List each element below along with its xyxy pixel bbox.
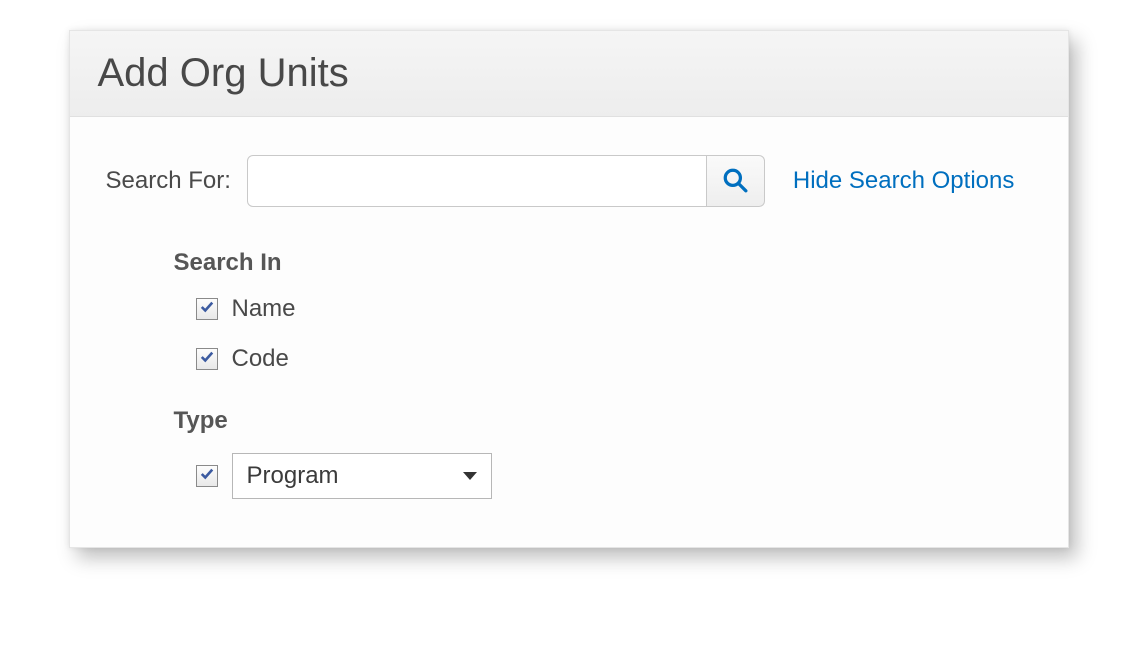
search-for-label: Search For: bbox=[106, 167, 231, 195]
type-select-value: Program bbox=[247, 462, 339, 490]
type-group: Type Program bbox=[174, 407, 1032, 499]
search-in-group-label: Search In bbox=[174, 249, 1032, 277]
search-icon bbox=[722, 167, 748, 196]
search-in-name-label: Name bbox=[232, 295, 296, 323]
search-options: Search In Name Code Type bbox=[174, 249, 1032, 499]
search-in-code-checkbox[interactable] bbox=[196, 348, 218, 370]
panel-body: Search For: Hide Search Options Search I… bbox=[70, 117, 1068, 547]
checkmark-icon bbox=[200, 300, 214, 319]
type-select[interactable]: Program bbox=[232, 453, 492, 499]
type-row: Program bbox=[196, 453, 1032, 499]
search-in-name-checkbox[interactable] bbox=[196, 298, 218, 320]
type-group-label: Type bbox=[174, 407, 1032, 435]
hide-search-options-link[interactable]: Hide Search Options bbox=[793, 167, 1014, 195]
panel-header: Add Org Units bbox=[70, 31, 1068, 117]
search-in-code-label: Code bbox=[232, 345, 289, 373]
search-row: Search For: Hide Search Options bbox=[106, 155, 1032, 207]
search-in-code-row: Code bbox=[196, 345, 1032, 373]
checkmark-icon bbox=[200, 467, 214, 486]
type-enable-checkbox[interactable] bbox=[196, 465, 218, 487]
checkmark-icon bbox=[200, 350, 214, 369]
search-input-group bbox=[247, 155, 765, 207]
page-title: Add Org Units bbox=[98, 51, 1040, 96]
search-input[interactable] bbox=[247, 155, 707, 207]
chevron-down-icon bbox=[463, 472, 477, 480]
search-button[interactable] bbox=[707, 155, 765, 207]
search-in-name-row: Name bbox=[196, 295, 1032, 323]
add-org-units-panel: Add Org Units Search For: Hide Search Op… bbox=[69, 30, 1069, 548]
